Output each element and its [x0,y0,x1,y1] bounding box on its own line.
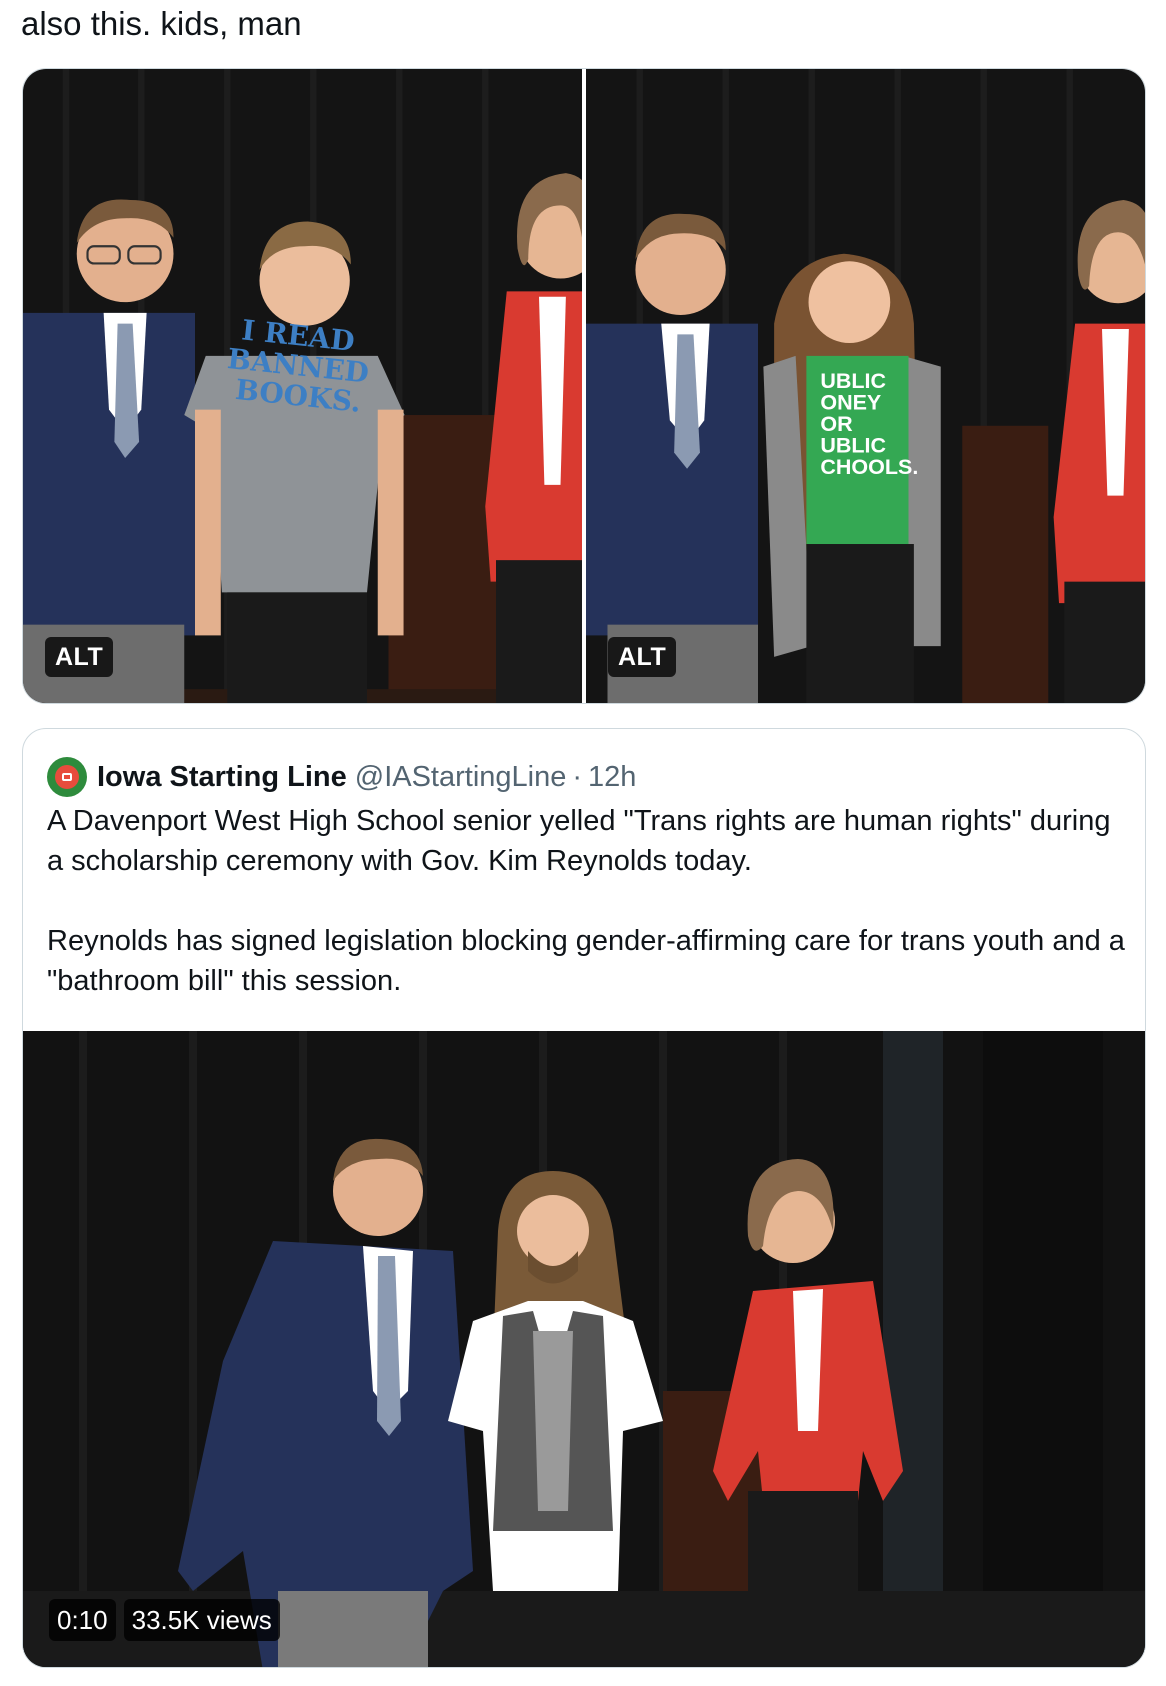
shirt-text-2-line-3: OR [820,412,853,436]
video-duration: 0:10 [49,1599,116,1641]
quoted-paragraph-2: Reynolds has signed legislation blocking… [47,925,1125,997]
alt-badge-1[interactable]: ALT [45,637,114,677]
iowa-logo-icon [55,765,79,789]
quoted-paragraph-1: A Davenport West High School senior yell… [47,805,1111,877]
shirt-text-2-line-4: UBLIC [820,434,886,458]
photo-1-illustration: I READ BANNED BOOKS. [23,69,582,703]
shirt-text-2-line-1: UBLIC [820,369,886,393]
quoted-author-handle[interactable]: @IAStartingLine [355,761,567,794]
shirt-text-2-line-2: ONEY [820,391,881,415]
alt-badge-2[interactable]: ALT [608,637,677,677]
video-player[interactable]: 0:10 33.5K views [23,1031,1145,1667]
quoted-tweet-card[interactable]: Iowa Starting Line @IAStartingLine · 12h… [22,728,1146,1668]
quoted-tweet-text: A Davenport West High School senior yell… [47,801,1127,1001]
quoted-timestamp[interactable]: 12h [588,761,636,794]
video-frame [23,1031,1145,1667]
media-grid: I READ BANNED BOOKS. ALT UBLIC ONEY OR U… [22,68,1146,704]
photo-1[interactable]: I READ BANNED BOOKS. ALT [23,69,582,703]
video-views: 33.5K views [123,1599,280,1641]
photo-2[interactable]: UBLIC ONEY OR UBLIC CHOOLS. ALT [586,69,1145,703]
photo-2-illustration: UBLIC ONEY OR UBLIC CHOOLS. [586,69,1145,703]
video-meta: 0:10 33.5K views [49,1599,280,1641]
tweet-text: also this. kids, man [21,5,302,42]
quoted-tweet-header: Iowa Starting Line @IAStartingLine · 12h [47,755,636,799]
shirt-text-2-line-5: CHOOLS. [820,455,918,479]
separator-dot: · [572,760,583,793]
avatar[interactable] [47,757,87,797]
quoted-author-name[interactable]: Iowa Starting Line [97,761,347,794]
